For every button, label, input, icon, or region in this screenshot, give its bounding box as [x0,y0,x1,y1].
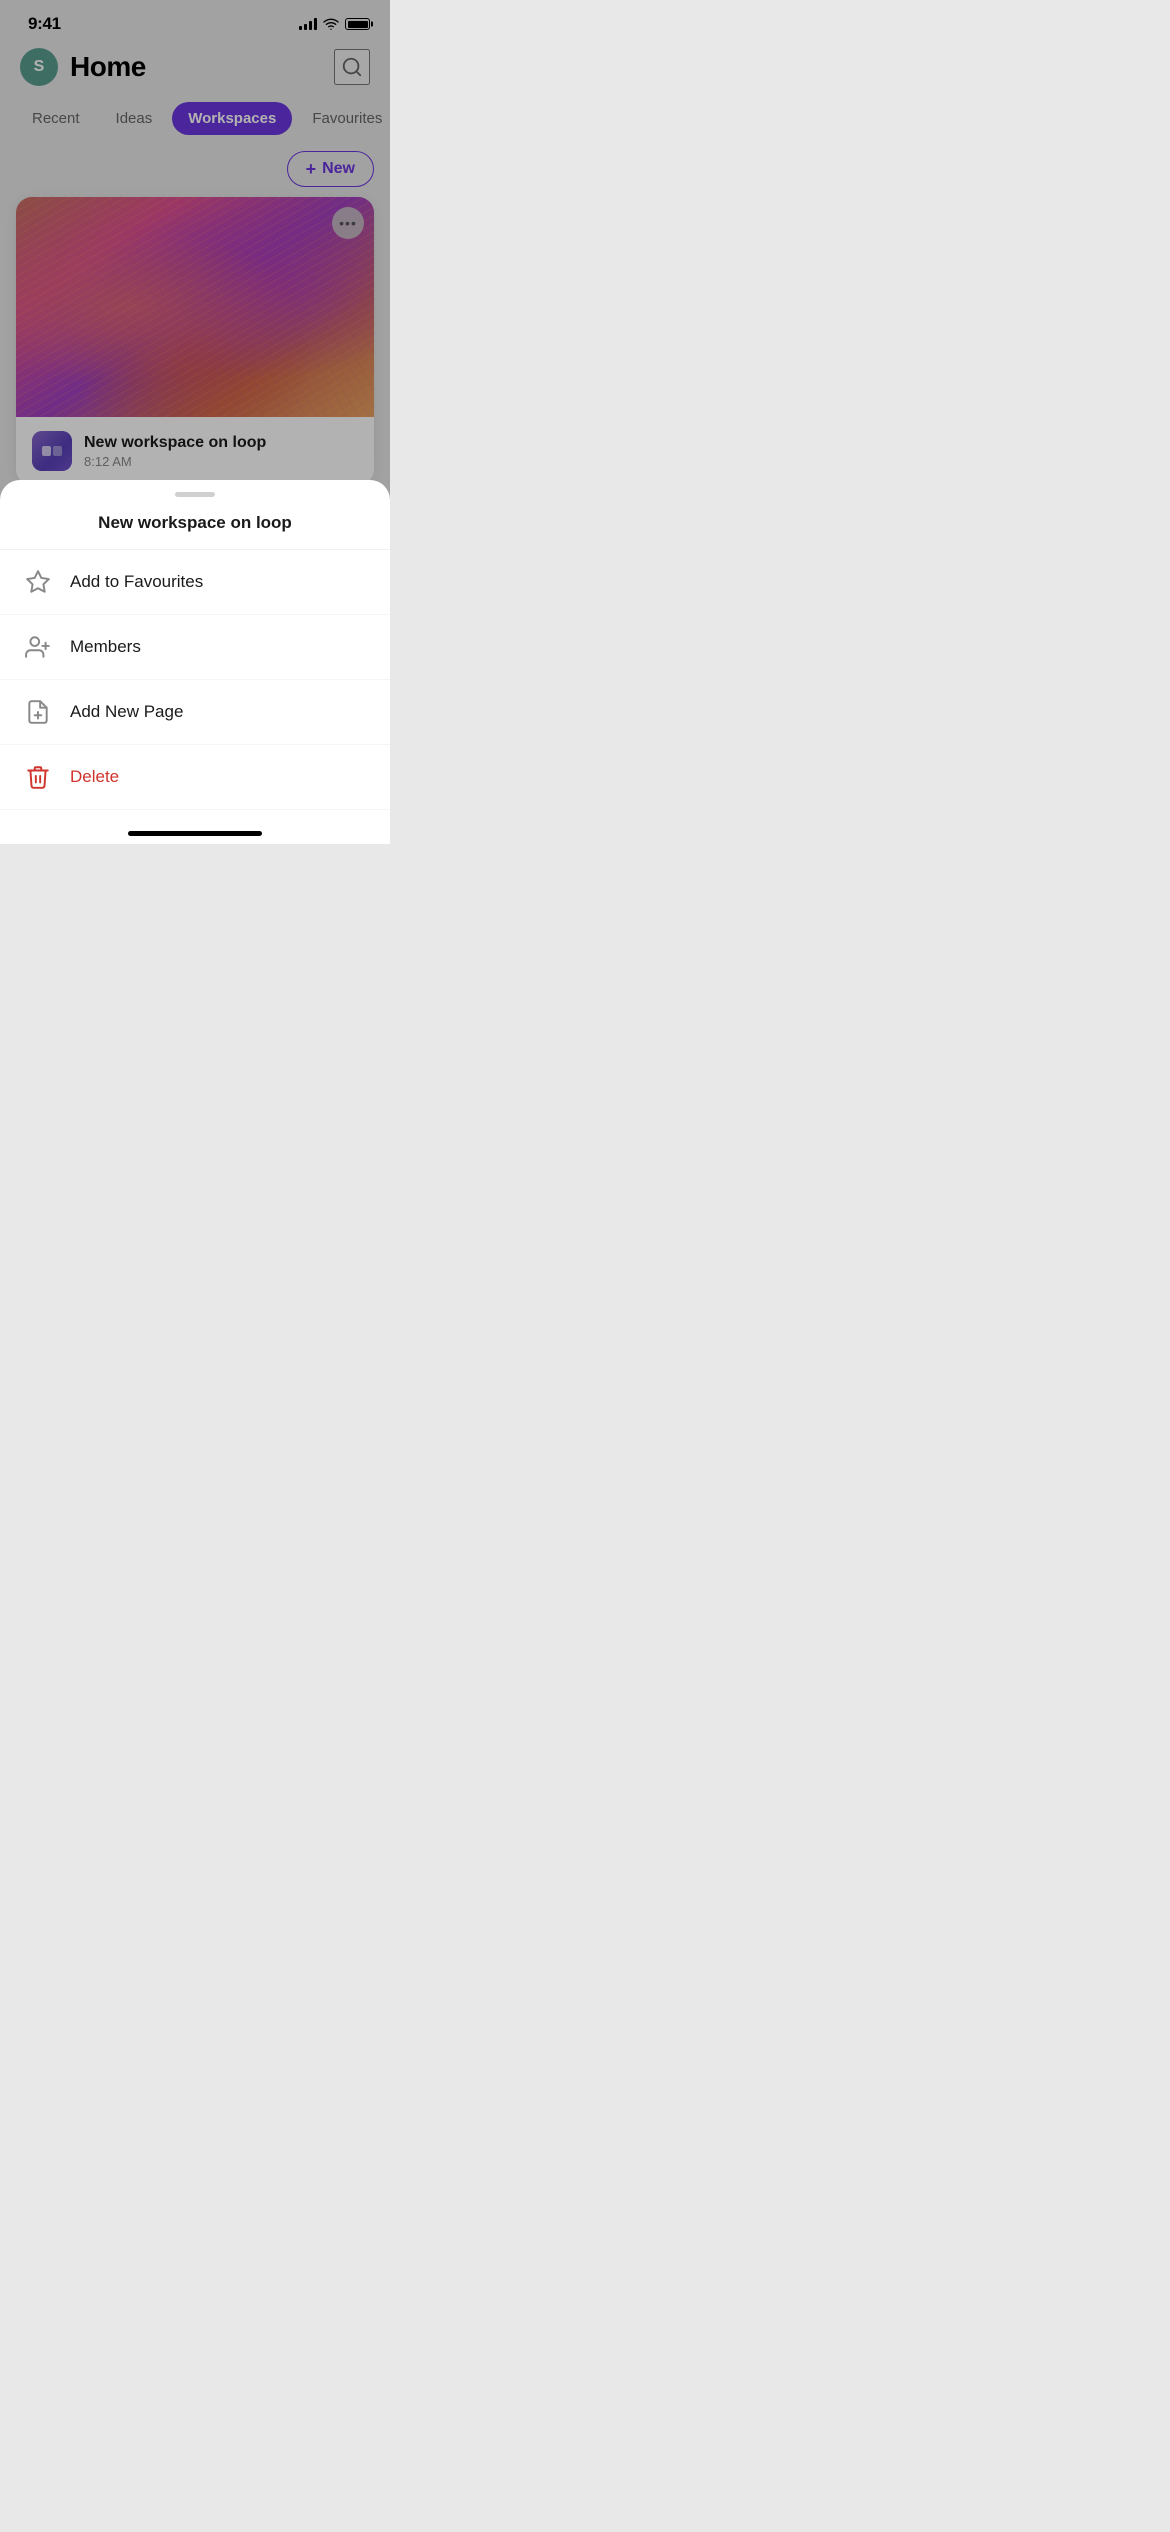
menu-item-add-page[interactable]: Add New Page [0,680,390,745]
bottom-sheet: New workspace on loop Add to Favourites … [0,480,390,844]
page-add-icon [24,698,52,726]
sheet-handle-bar [175,492,215,497]
people-add-icon [24,633,52,661]
home-indicator [128,831,262,836]
sheet-handle [0,480,390,503]
trash-icon [24,763,52,791]
menu-item-add-favourites[interactable]: Add to Favourites [0,550,390,615]
menu-label-add-page: Add New Page [70,702,183,722]
menu-item-delete[interactable]: Delete [0,745,390,810]
menu-label-add-favourites: Add to Favourites [70,572,203,592]
menu-label-delete: Delete [70,767,119,787]
menu-label-members: Members [70,637,141,657]
sheet-title: New workspace on loop [0,503,390,550]
star-icon [24,568,52,596]
menu-item-members[interactable]: Members [0,615,390,680]
